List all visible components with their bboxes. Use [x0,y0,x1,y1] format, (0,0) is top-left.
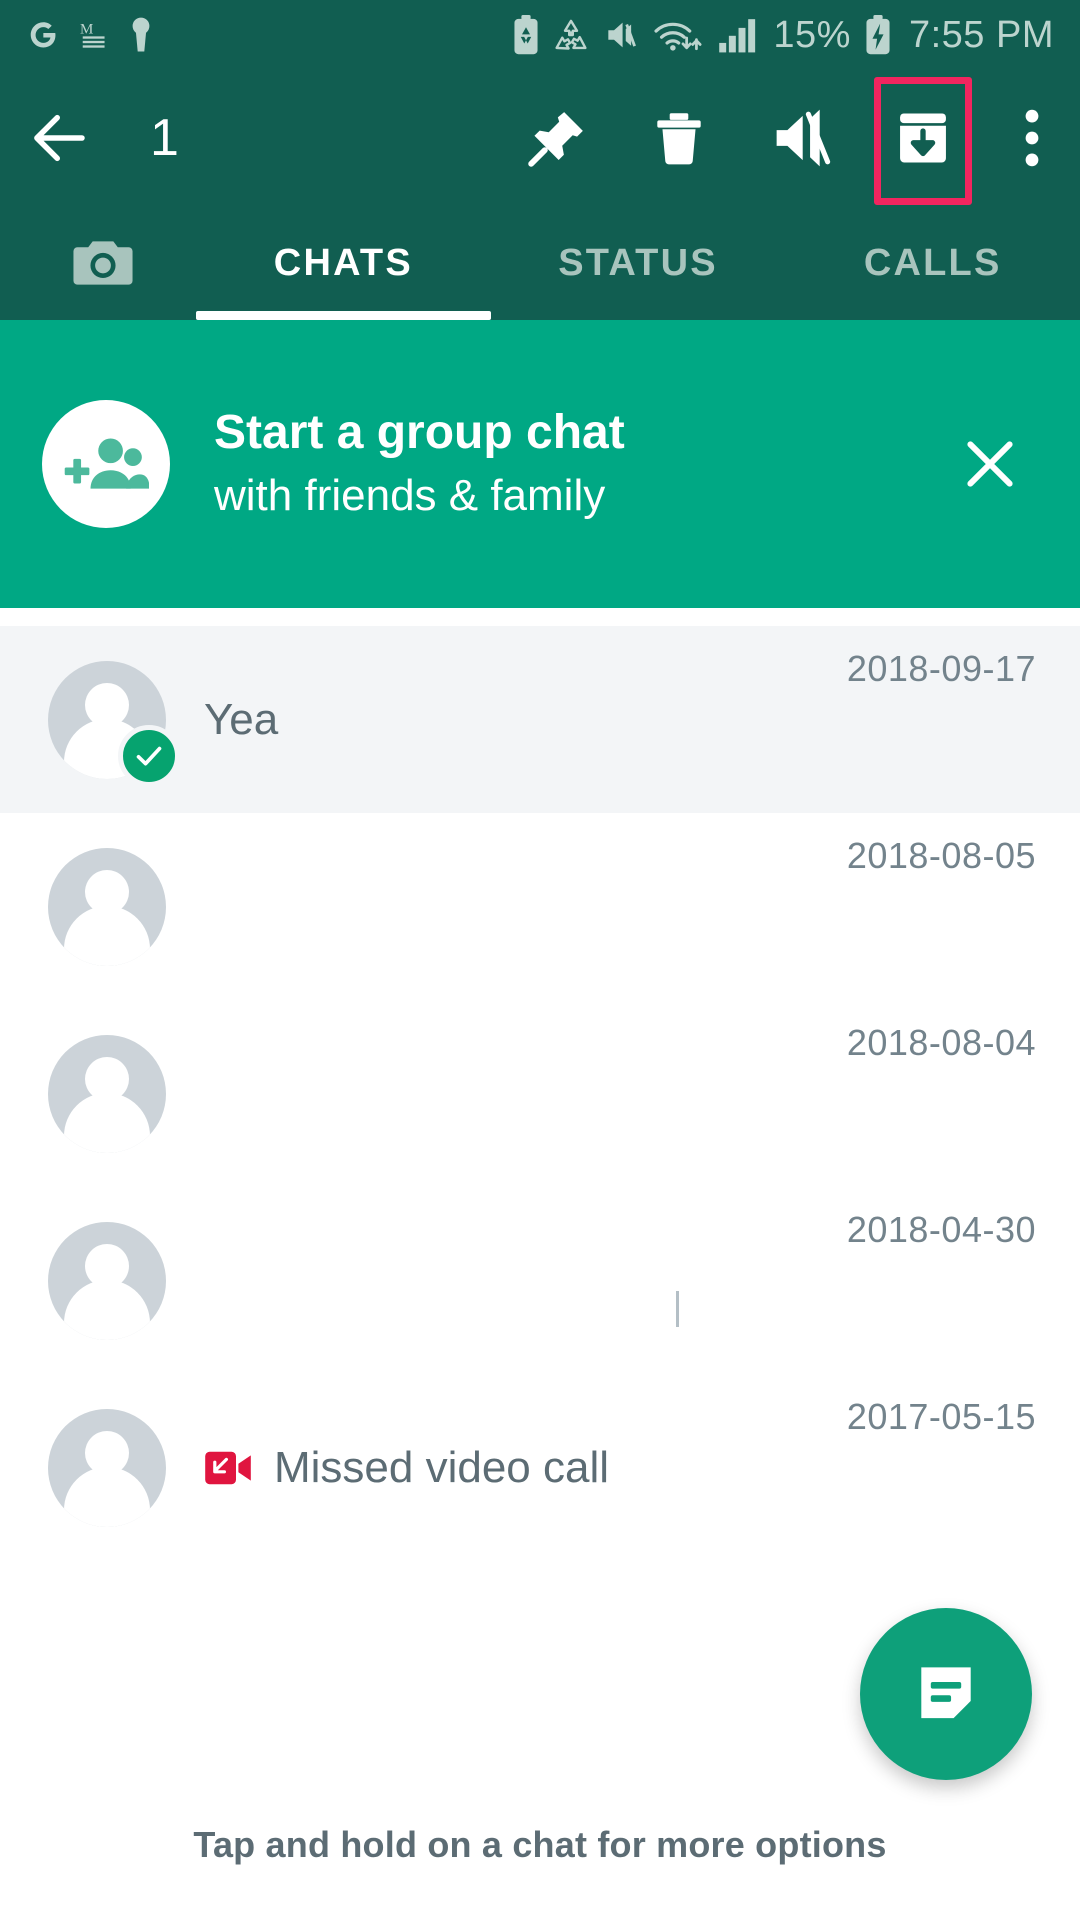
status-bar-right-icons: 15% 7:55 PM [512,14,1054,57]
overflow-menu-icon [1025,109,1039,167]
tab-status[interactable]: STATUS [491,206,786,320]
chat-date: 2017-05-15 [846,1396,1036,1437]
pin-icon [528,112,583,167]
tab-camera[interactable] [0,235,196,291]
banner-subtitle: with friends & family [214,471,606,521]
banner-text-block: Start a group chat with friends & family [214,405,625,523]
chat-date: 2018-04-30 [846,1209,1036,1250]
table-row[interactable]: 2018-08-04 [0,1000,1080,1187]
svg-text:M: M [80,22,93,38]
tab-chats[interactable]: CHATS [196,206,491,320]
overflow-menu-button[interactable] [984,77,1080,199]
clock-label: 7:55 PM [908,13,1054,56]
avatar [48,1221,166,1340]
row-content: Missed video call [204,1443,1036,1493]
tab-active-indicator [196,311,491,320]
chat-subtitle: Missed video call [274,1442,610,1492]
wifi-icon [653,16,705,54]
tab-bar: CHATS STATUS CALLS [0,206,1080,320]
avatar [48,847,166,966]
gmail-icon: M [80,18,110,52]
tab-calls-label: CALLS [863,241,1002,284]
whatsapp-screen: M 15% 7:55 PM 1 CHATS STATUS CALLS Start… [0,0,1080,1920]
selection-action-bar: 1 [0,70,1080,206]
chat-date: 2018-08-04 [846,1022,1036,1063]
back-button[interactable] [0,105,120,171]
status-bar: M 15% 7:55 PM [0,0,1080,70]
back-arrow-icon [34,114,85,162]
battery-charging-icon [864,15,892,55]
archive-button[interactable] [862,77,984,205]
avatar [48,1408,166,1527]
hint-label: Tap and hold on a chat for more options [193,1824,887,1865]
keyhole-icon [130,17,152,53]
text-caret [676,1291,679,1327]
tab-chats-label: CHATS [273,241,413,284]
new-chat-icon [921,1667,971,1719]
status-bar-left-icons: M [26,17,152,53]
chat-subtitle-row: Missed video call [204,1443,1036,1493]
tab-status-label: STATUS [558,241,718,284]
table-row[interactable]: Yea 2018-09-17 [0,626,1080,813]
signal-icon [718,16,760,54]
banner-title: Start a group chat [214,405,625,459]
table-row[interactable]: 2018-08-05 [0,813,1080,1000]
selected-count: 1 [150,109,179,167]
avatar [48,1034,166,1153]
battery-percent-label: 15% [773,13,851,56]
selection-check-badge [118,724,180,787]
add-group-icon [42,400,170,528]
default-avatar-icon [48,1221,166,1340]
avatar [48,660,180,787]
default-avatar-icon [48,1034,166,1153]
default-avatar-icon [48,847,166,966]
row-content: Yea [204,695,1036,745]
battery-saver-icon [512,15,540,55]
close-icon [967,441,1013,487]
toolbar-actions [496,77,1080,205]
table-row[interactable]: Missed video call 2017-05-15 [0,1374,1080,1561]
table-row[interactable]: 2018-04-30 [0,1187,1080,1374]
check-icon [136,746,162,765]
default-avatar-icon [48,1408,166,1527]
delete-icon [657,113,701,165]
chat-title: Yea [204,694,279,744]
list-top-gap [0,608,1080,626]
banner-close-button[interactable] [942,416,1038,512]
pin-button[interactable] [496,77,618,199]
group-chat-banner[interactable]: Start a group chat with friends & family [0,320,1080,608]
camera-icon [73,241,133,285]
delete-button[interactable] [618,77,740,199]
mute-button[interactable] [740,77,862,199]
new-chat-fab[interactable] [860,1608,1032,1780]
mute-icon [602,16,640,54]
data-saver-icon [553,16,589,54]
chat-date: 2018-09-17 [846,648,1036,689]
missed-video-call-icon [205,1451,251,1484]
archive-icon [900,113,946,163]
google-icon [26,18,60,52]
mute-icon [776,109,831,167]
chat-date: 2018-08-05 [846,835,1036,876]
tab-calls[interactable]: CALLS [785,206,1080,320]
